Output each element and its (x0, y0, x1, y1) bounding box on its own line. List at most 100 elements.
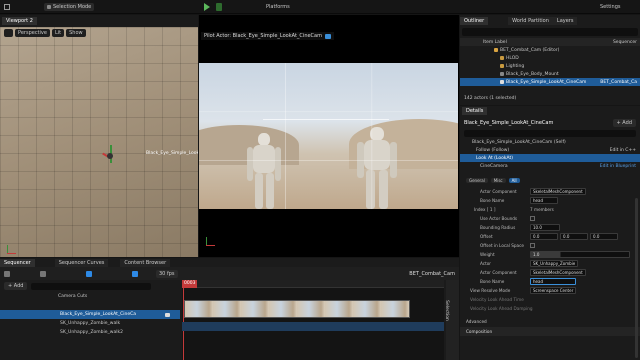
prop-actor: Actor SK_Unhappy_Zombie (460, 259, 640, 268)
actor-dropdown[interactable]: SK_Unhappy_Zombie (530, 260, 579, 267)
offset-local-checkbox[interactable] (530, 243, 535, 248)
perspective-button[interactable]: Perspective (15, 29, 50, 37)
viewport-canvas[interactable]: Perspective Lit Show Black_Eye_Simple_Lo… (0, 27, 198, 257)
outliner-tabs: Outliner World Partition Layers (460, 15, 640, 26)
prop-view-resolve-mode: View Resolve Mode Screenspace Center (460, 286, 640, 295)
component-item-selected[interactable]: Look At (LookAt) (460, 154, 640, 162)
viewport-panel: Viewport 2 Perspective Lit Show Black_Ey… (0, 15, 198, 257)
list-item[interactable]: Black_Eye_Body_Mount (460, 70, 640, 78)
settings-menu[interactable]: Settings (600, 3, 621, 11)
actor-name: Black_Eye_Simple_LookAt_CineCam (464, 120, 554, 126)
gizmo-center (107, 153, 113, 159)
show-button[interactable]: Show (66, 29, 86, 37)
list-item-selected[interactable]: Black_Eye_Simple_LookAt_CineCam BET_Comba… (460, 78, 640, 86)
component-item[interactable]: CineCamera Edit in Blueprint (460, 162, 640, 170)
tab-world-partition[interactable]: World Partition (508, 16, 553, 25)
camera-render (199, 63, 458, 209)
use-actor-bounds-checkbox[interactable] (530, 216, 535, 221)
camera-icon (500, 80, 504, 84)
step-button[interactable] (216, 3, 222, 11)
axis-indicator (6, 245, 16, 255)
prop-use-actor-bounds: Use Actor Bounds (460, 214, 640, 223)
list-item[interactable]: Lighting (460, 62, 640, 70)
property-list: Actor Component SkeletalMeshComponent Bon… (460, 187, 640, 313)
track-row[interactable] (0, 301, 180, 310)
actor-component-dropdown-2[interactable]: SkeletalMeshComponent (530, 269, 586, 276)
selection-label: Selection (443, 300, 449, 321)
actor-label: Black_Eye_Simple_LookAt_CineCam (146, 151, 198, 156)
camera-icon[interactable] (40, 270, 46, 277)
timeline-ruler (182, 280, 444, 288)
edit-bp-link[interactable]: Edit in Blueprint (600, 164, 640, 169)
timeline-area[interactable]: 0003 (182, 280, 444, 360)
details-panel: Details Black_Eye_Simple_LookAt_CineCam … (460, 106, 640, 360)
actor-component-dropdown[interactable]: SkeletalMeshComponent (530, 188, 586, 195)
save-icon[interactable] (4, 4, 10, 10)
folder-icon (500, 64, 504, 68)
tab-all[interactable]: All (508, 178, 520, 183)
playhead-frame: 0003 (182, 280, 198, 288)
offset-y-input[interactable]: 0.0 (560, 233, 588, 240)
prop-bounding-radius: Bounding Radius 10.0 (460, 223, 640, 232)
lit-button[interactable]: Lit (51, 29, 65, 37)
transform-gizmo[interactable] (100, 145, 120, 173)
fps-dropdown[interactable]: 30 fps (156, 269, 178, 278)
camera-cut-thumbnails[interactable] (184, 300, 410, 318)
tab-misc[interactable]: Misc (490, 178, 506, 183)
add-component-button[interactable]: + Add (612, 119, 636, 127)
selection-mode-dropdown[interactable]: Selection Mode (44, 3, 95, 11)
tab-content-browser[interactable]: Content Browser (120, 258, 171, 267)
bounding-radius-input[interactable]: 10.0 (530, 224, 560, 231)
details-actor-row: Black_Eye_Simple_LookAt_CineCam + Add (460, 117, 640, 129)
component-tree: Black_Eye_Simple_LookAt_CineCam (Self) F… (460, 138, 640, 170)
details-scrollbar[interactable] (635, 198, 638, 358)
camera-icon[interactable] (325, 33, 331, 39)
offset-x-input[interactable]: 0.0 (530, 233, 558, 240)
track-row[interactable]: SK_Unhappy_Zombie_walk2 (0, 328, 180, 337)
viewport-menu-button[interactable] (4, 29, 13, 37)
prop-bone-name: Bone Name head (460, 196, 640, 205)
play-button[interactable] (204, 3, 210, 11)
bone-name-input[interactable]: head (530, 197, 558, 204)
outliner-header: Item Label Sequencer (460, 38, 640, 46)
composition-section[interactable]: Composition (460, 327, 640, 336)
outliner-search[interactable] (462, 28, 638, 36)
view-resolve-dropdown[interactable]: Screenspace Center (530, 287, 577, 294)
weight-slider[interactable]: 1.0 (530, 251, 630, 258)
tab-sequencer[interactable]: Sequencer (0, 258, 35, 267)
tab-details[interactable]: Details (462, 107, 488, 115)
list-item[interactable]: HLOD (460, 54, 640, 62)
snap-icon[interactable] (86, 270, 92, 277)
prop-velocity-time: Velocity Look Ahead Time (470, 297, 524, 302)
track-row[interactable]: Camera Cuts (0, 292, 180, 301)
cursor-icon (47, 5, 51, 9)
tab-sequencer-curves[interactable]: Sequencer Curves (54, 258, 109, 267)
magnet-icon[interactable] (132, 270, 138, 277)
edit-cpp-link[interactable]: Edit in C++ (610, 148, 640, 153)
bone-name-input-2[interactable]: head (530, 278, 576, 285)
sequencer-panel: Sequencer Sequencer Curves Content Brows… (0, 258, 459, 360)
sequence-name: BET_Combat_Cam (409, 270, 455, 277)
track-bar-selected (182, 322, 444, 331)
component-item[interactable]: Follow (Follow) Edit in C++ (460, 146, 640, 154)
prop-offset: Offset 0.0 0.0 0.0 (460, 232, 640, 241)
advanced-section[interactable]: Advanced (460, 317, 640, 326)
prop-bone-name-2: Bone Name head (460, 277, 640, 286)
tab-layers[interactable]: Layers (552, 16, 578, 25)
tab-general[interactable]: General (466, 178, 488, 183)
tab-viewport-2[interactable]: Viewport 2 (2, 17, 37, 25)
platforms-menu[interactable]: Platforms (266, 3, 290, 11)
track-row-selected[interactable]: Black_Eye_Simple_LookAt_CineCa (0, 310, 180, 319)
framing-box (263, 119, 389, 120)
details-search[interactable] (464, 130, 636, 137)
track-search[interactable] (31, 282, 152, 290)
list-item[interactable]: BET_Combat_Cam (Editor) (460, 46, 640, 54)
offset-z-input[interactable]: 0.0 (590, 233, 618, 240)
tab-outliner[interactable]: Outliner (460, 16, 489, 25)
outliner-list: BET_Combat_Cam (Editor) HLOD Lighting Bl… (460, 46, 640, 86)
component-item[interactable]: Black_Eye_Simple_LookAt_CineCam (Self) (460, 138, 640, 146)
sequencer-tabs: Sequencer Sequencer Curves Content Brows… (0, 258, 459, 267)
track-row[interactable]: SK_Unhappy_Zombie_walk (0, 319, 180, 328)
add-track-button[interactable]: + Add (4, 282, 28, 290)
save-icon[interactable] (4, 270, 10, 277)
